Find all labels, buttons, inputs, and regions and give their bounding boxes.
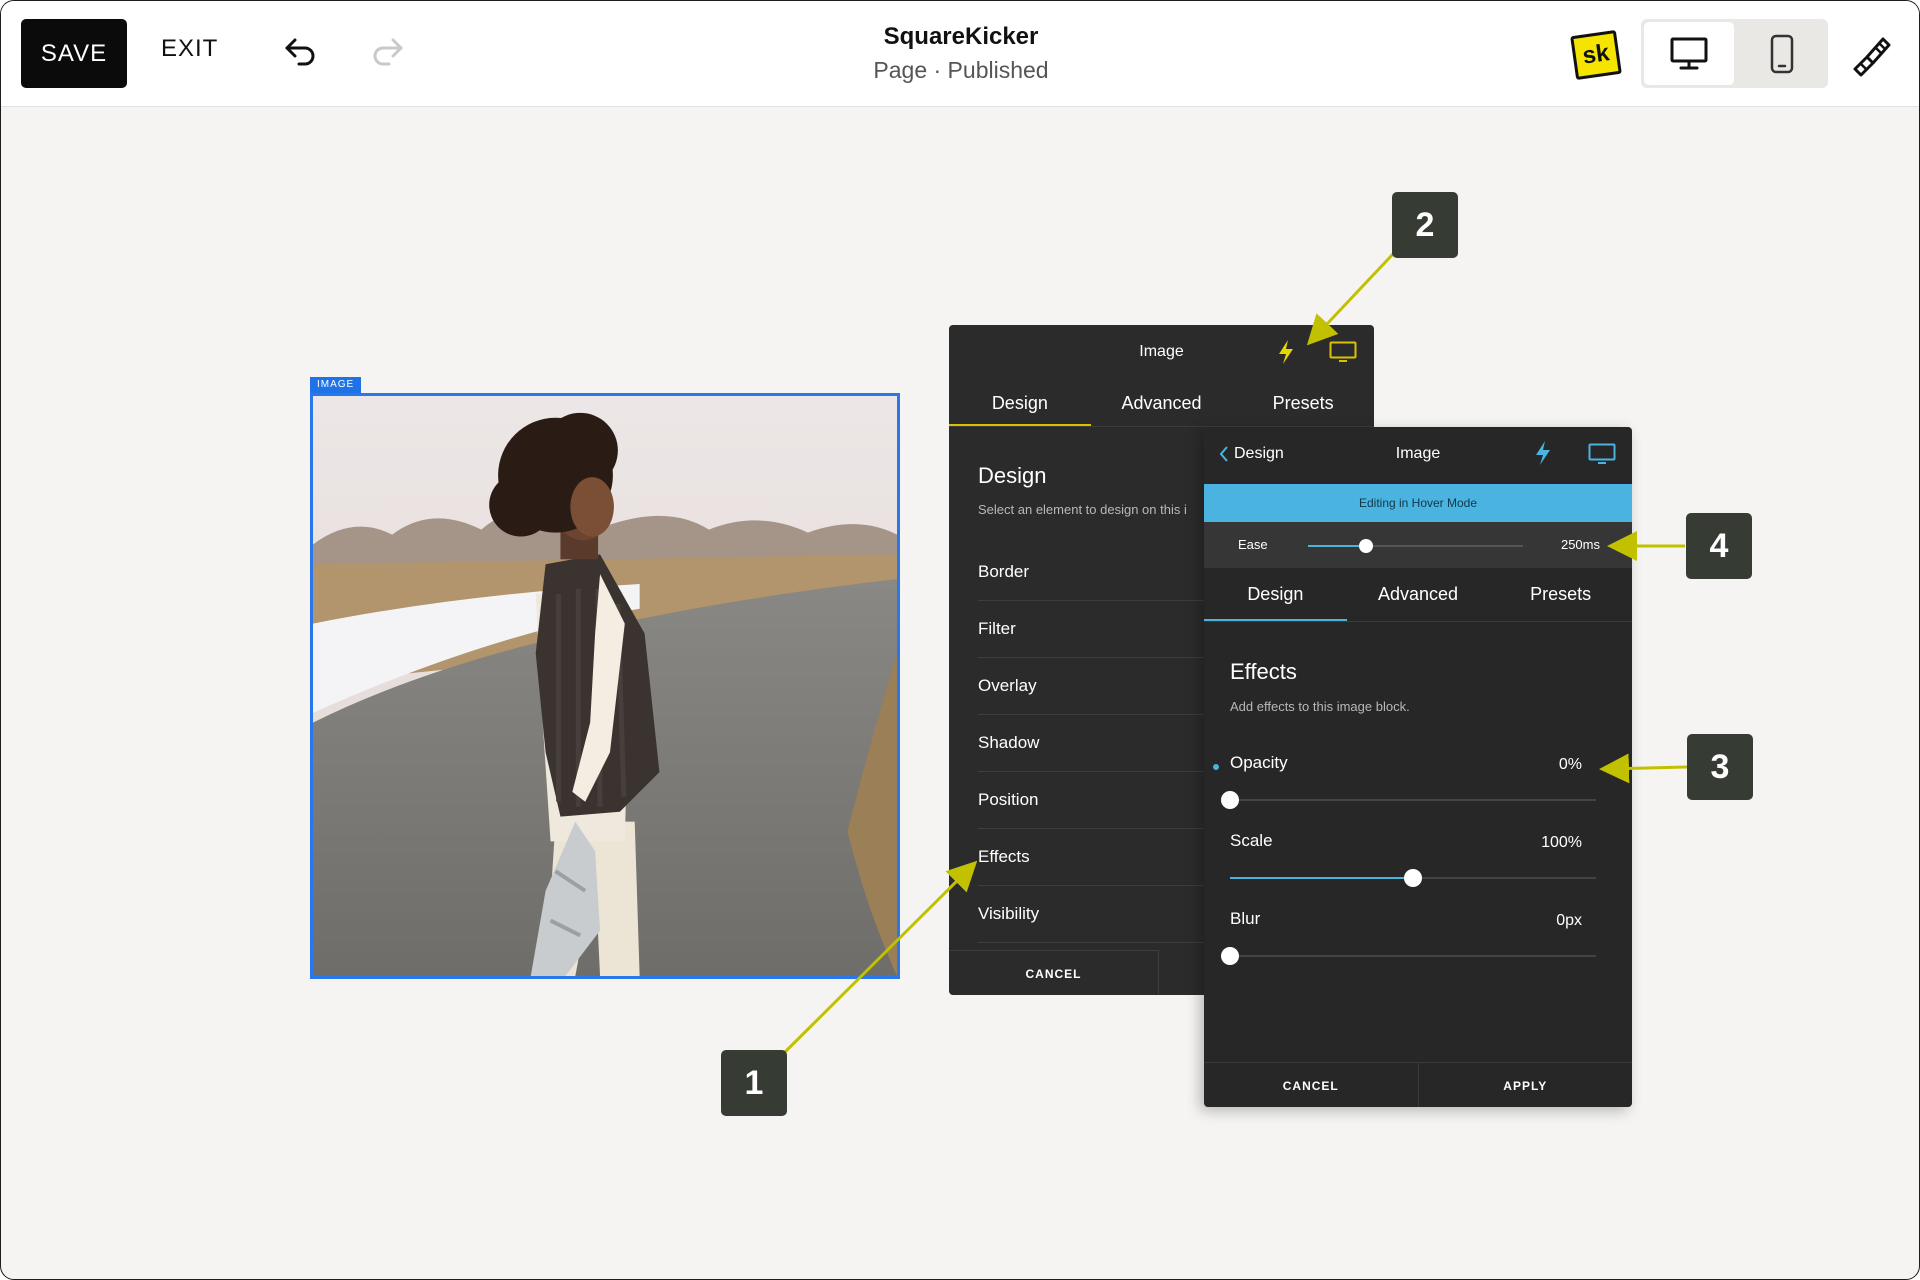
portrait-photo <box>313 396 897 976</box>
desktop-icon <box>1670 37 1708 69</box>
ease-slider[interactable] <box>1308 539 1523 553</box>
scale-slider-thumb[interactable] <box>1404 869 1422 887</box>
scale-label: Scale <box>1230 831 1273 850</box>
logo-text: sk <box>1580 39 1612 70</box>
section-heading: Effects <box>1230 659 1297 684</box>
section-subheading: Add effects to this image block. <box>1230 699 1410 714</box>
squarekicker-logo[interactable]: sk <box>1570 30 1622 80</box>
panel-footer: CANCEL APPLY <box>1204 1062 1632 1107</box>
opacity-slider-thumb[interactable] <box>1221 791 1239 809</box>
panel-tabs: Design Advanced Presets <box>949 383 1374 427</box>
mobile-icon <box>1770 34 1793 73</box>
opacity-label: Opacity <box>1230 753 1288 772</box>
section-heading: Design <box>978 463 1047 488</box>
modified-indicator <box>1213 764 1219 770</box>
scale-slider[interactable] <box>1230 869 1596 887</box>
desktop-view-button[interactable] <box>1644 22 1734 85</box>
callout-3: 3 <box>1687 734 1753 800</box>
menu-item-filter[interactable]: Filter <box>978 601 1238 658</box>
callout-4: 4 <box>1686 513 1752 579</box>
image-block-label: IMAGE <box>310 377 362 393</box>
exit-button[interactable]: EXIT <box>161 35 218 63</box>
scale-slider-fill <box>1230 877 1413 879</box>
lightning-icon[interactable] <box>1277 339 1295 365</box>
menu-item-effects[interactable]: Effects <box>978 829 1238 886</box>
blur-label: Blur <box>1230 909 1261 928</box>
tab-advanced[interactable]: Advanced <box>1091 383 1233 426</box>
hover-effects-panel: Design Image Editing in Hover Mode Ease … <box>1204 427 1632 1107</box>
panel-title: Image <box>1139 343 1184 360</box>
menu-item-position[interactable]: Position <box>978 772 1238 829</box>
back-button[interactable]: Design <box>1218 445 1284 463</box>
tab-presets[interactable]: Presets <box>1232 383 1374 426</box>
image-block[interactable] <box>310 393 900 979</box>
tab-design[interactable]: Design <box>1204 578 1347 621</box>
panel-tabs: Design Advanced Presets <box>1204 578 1632 622</box>
undo-icon[interactable] <box>281 31 321 71</box>
app-window: SAVE EXIT SquareKicker Page · Published … <box>0 0 1920 1280</box>
redo-icon[interactable] <box>367 31 407 71</box>
callout-1: 1 <box>721 1050 787 1116</box>
cancel-button[interactable]: CANCEL <box>949 950 1159 995</box>
save-button[interactable]: SAVE <box>21 19 127 88</box>
cancel-button[interactable]: CANCEL <box>1204 1063 1419 1107</box>
section-subheading: Select an element to design on this i <box>978 502 1187 517</box>
tab-advanced[interactable]: Advanced <box>1347 578 1490 621</box>
menu-item-shadow[interactable]: Shadow <box>978 715 1238 772</box>
opacity-value: 0% <box>1558 756 1582 773</box>
back-label: Design <box>1234 445 1284 462</box>
blur-value: 0px <box>1556 912 1582 929</box>
chevron-left-icon <box>1219 446 1228 462</box>
menu-item-visibility[interactable]: Visibility <box>978 886 1238 943</box>
menu-item-overlay[interactable]: Overlay <box>978 658 1238 715</box>
opacity-slider[interactable] <box>1221 791 1596 809</box>
tab-design[interactable]: Design <box>949 383 1091 426</box>
hover-mode-banner: Editing in Hover Mode <box>1204 484 1632 522</box>
ease-value: 250ms <box>1560 537 1600 552</box>
menu-item-border[interactable]: Border <box>978 544 1238 601</box>
lightning-icon[interactable] <box>1534 440 1552 466</box>
blur-slider[interactable] <box>1221 947 1596 965</box>
ease-slider-fill <box>1308 545 1367 547</box>
mobile-view-button[interactable] <box>1738 22 1825 85</box>
ease-control: Ease 250ms <box>1204 522 1632 568</box>
tab-presets[interactable]: Presets <box>1489 578 1632 621</box>
apply-button[interactable]: APPLY <box>1419 1063 1633 1107</box>
callout-2: 2 <box>1392 192 1458 258</box>
monitor-icon[interactable] <box>1329 341 1357 363</box>
top-toolbar: SAVE EXIT SquareKicker Page · Published … <box>1 1 1919 107</box>
paintbrush-icon[interactable] <box>1847 31 1893 77</box>
monitor-icon[interactable] <box>1588 443 1616 465</box>
scale-value: 100% <box>1541 834 1582 851</box>
ease-slider-thumb[interactable] <box>1359 539 1374 553</box>
device-toggle <box>1641 19 1828 88</box>
ease-label: Ease <box>1238 537 1268 552</box>
blur-slider-thumb[interactable] <box>1221 947 1239 965</box>
